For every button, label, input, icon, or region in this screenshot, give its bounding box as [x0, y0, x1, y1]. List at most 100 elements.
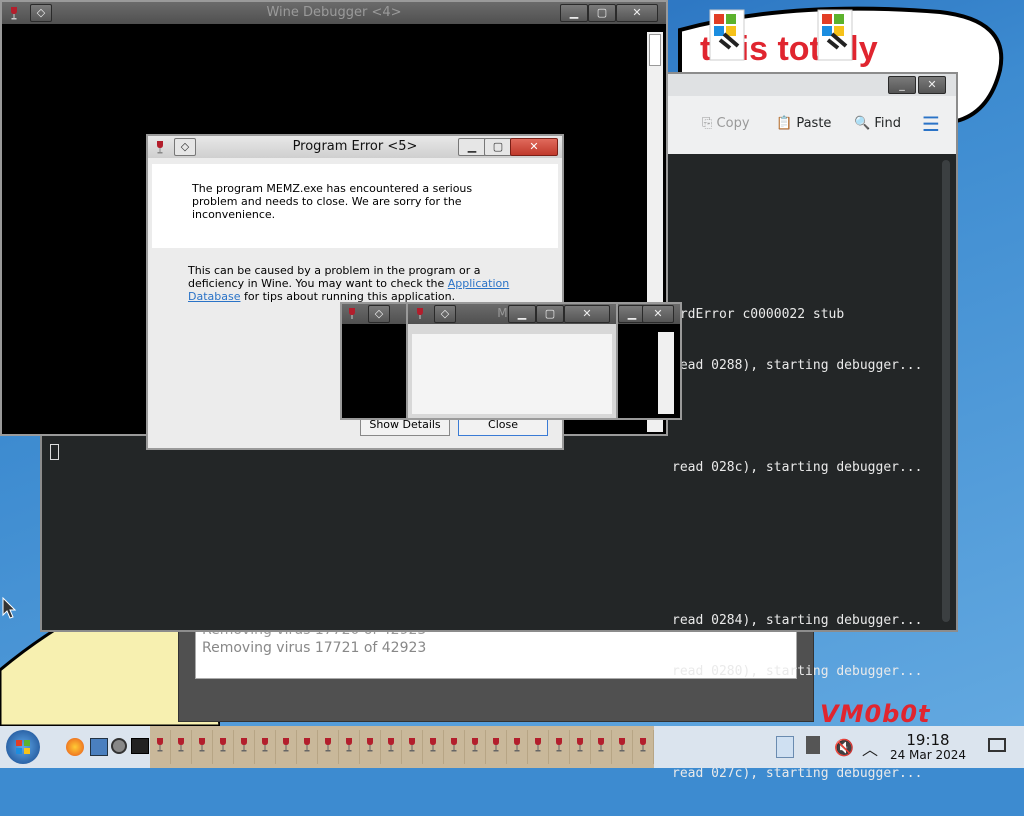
minimize-button[interactable]: ▁: [508, 305, 536, 323]
wine-glass-icon: [262, 738, 268, 752]
wine-glass-icon: [472, 738, 478, 752]
paste-button[interactable]: 📋 Paste: [776, 116, 831, 131]
close-button[interactable]: ✕: [510, 138, 558, 156]
system-menu-button[interactable]: ◇: [368, 305, 390, 323]
taskbar-wine-task[interactable]: [150, 730, 171, 764]
hamburger-menu-icon[interactable]: ☰: [922, 112, 940, 136]
wine-glass-icon: [346, 738, 352, 752]
taskbar-wine-task[interactable]: [570, 730, 591, 764]
taskbar-wine-task[interactable]: [423, 730, 444, 764]
wine-glass-icon: [619, 738, 625, 752]
taskbar-wine-task[interactable]: [213, 730, 234, 764]
terminal-line: read 0288), starting debugger...: [672, 358, 923, 373]
taskbar-wine-task[interactable]: [360, 730, 381, 764]
terminal-line: read 0280), starting debugger...: [672, 664, 923, 679]
taskbar: 🔇 ︿: [0, 726, 1024, 768]
taskbar-wine-task[interactable]: [171, 730, 192, 764]
settings-icon[interactable]: [111, 738, 127, 754]
taskbar-wine-task[interactable]: [318, 730, 339, 764]
maximize-button[interactable]: ▢: [536, 305, 564, 323]
wine-glass-icon: [304, 738, 310, 752]
close-button[interactable]: ✕: [918, 76, 946, 94]
find-button[interactable]: 🔍 Find: [854, 116, 901, 131]
find-label: Find: [874, 116, 901, 131]
volume-muted-icon[interactable]: 🔇: [834, 738, 854, 757]
taskbar-wine-task[interactable]: [444, 730, 465, 764]
minimize-button[interactable]: _: [888, 76, 916, 94]
taskbar-wine-task[interactable]: [633, 730, 654, 764]
taskbar-wine-task[interactable]: [255, 730, 276, 764]
wine-glass-icon: [556, 738, 562, 752]
close-button[interactable]: ✕: [564, 305, 610, 323]
memz-content: [412, 334, 612, 414]
wine-glass-icon: [535, 738, 541, 752]
error-detail: This can be caused by a problem in the p…: [188, 264, 518, 303]
wine-glass-icon: [199, 738, 205, 752]
network-icon[interactable]: [90, 738, 108, 756]
copy-label: Copy: [716, 116, 750, 131]
taskbar-wine-task[interactable]: [192, 730, 213, 764]
minimize-button[interactable]: ▁: [458, 138, 486, 156]
chevron-up-icon[interactable]: ︿: [862, 736, 878, 760]
error-detail-prefix: This can be caused by a problem in the p…: [188, 264, 481, 290]
error-message: The program MEMZ.exe has encountered a s…: [192, 182, 473, 221]
taskbar-wine-task[interactable]: [465, 730, 486, 764]
firefox-icon[interactable]: [66, 738, 84, 756]
copy-button[interactable]: ⎘ Copy: [702, 116, 750, 131]
taskbar-wine-task[interactable]: [276, 730, 297, 764]
show-desktop-icon[interactable]: [988, 738, 1006, 752]
paste-icon: 📋: [776, 116, 793, 131]
taskbar-wine-task[interactable]: [591, 730, 612, 764]
close-button[interactable]: ✕: [616, 4, 658, 22]
wine-glass-icon: [157, 738, 163, 752]
wine-glass-icon: [451, 738, 457, 752]
taskbar-wine-task[interactable]: [297, 730, 318, 764]
terminal-icon[interactable]: [131, 738, 149, 754]
terminal-line: read 028c), starting debugger...: [672, 460, 923, 475]
wine-glass-icon: [388, 738, 394, 752]
taskbar-wine-task[interactable]: [612, 730, 633, 764]
clock-time[interactable]: 19:18: [896, 731, 960, 749]
taskbar-wine-task[interactable]: [486, 730, 507, 764]
mouse-cursor-icon: [2, 597, 16, 619]
terminal-cursor: [50, 444, 59, 460]
copy-icon: ⎘: [702, 116, 713, 131]
close-button[interactable]: ✕: [642, 305, 674, 323]
wine-glass-icon: [577, 738, 583, 752]
maximize-button[interactable]: ▢: [484, 138, 512, 156]
terminal-scrollbar[interactable]: [942, 160, 950, 622]
memz-titlebar[interactable]: ◇ ME... ▁ ▢ ✕: [408, 304, 616, 324]
memz-window-front[interactable]: ◇ ME... ▁ ▢ ✕: [406, 302, 618, 420]
wine-glass-icon: [178, 738, 184, 752]
wine-glass-icon: [640, 738, 646, 752]
terminal-line: read 0284), starting debugger...: [672, 613, 923, 628]
taskbar-wine-task[interactable]: [339, 730, 360, 764]
scrollbar-thumb[interactable]: [649, 34, 661, 66]
task-strip: [150, 726, 654, 768]
wine-glass-icon: [241, 738, 247, 752]
windows-logo-icon: [817, 9, 853, 61]
taskbar-wine-task[interactable]: [528, 730, 549, 764]
program-error-titlebar[interactable]: ◇ Program Error <5> ▁ ▢ ✕: [148, 136, 562, 158]
wine-glass-icon: [409, 738, 415, 752]
wine-glass-icon: [514, 738, 520, 752]
taskbar-wine-task[interactable]: [549, 730, 570, 764]
taskbar-wine-task[interactable]: [507, 730, 528, 764]
storage-icon[interactable]: [806, 736, 820, 754]
clock-date[interactable]: 24 Mar 2024: [886, 748, 970, 762]
taskbar-wine-task[interactable]: [402, 730, 423, 764]
clipboard-icon[interactable]: [776, 736, 794, 758]
wine-glass-icon: [430, 738, 436, 752]
wine-glass-icon: [493, 738, 499, 752]
maximize-button[interactable]: ▢: [588, 4, 616, 22]
start-orb-icon[interactable]: [6, 730, 40, 764]
taskbar-wine-task[interactable]: [234, 730, 255, 764]
minimize-button[interactable]: ▁: [560, 4, 588, 22]
error-message-panel: The program MEMZ.exe has encountered a s…: [152, 164, 558, 248]
wine-debugger-titlebar[interactable]: ◇ Wine Debugger <4> ▁ ▢ ✕: [2, 2, 666, 24]
paste-label: Paste: [796, 116, 832, 131]
taskbar-wine-task[interactable]: [381, 730, 402, 764]
memz-scrollbar[interactable]: [658, 332, 674, 414]
